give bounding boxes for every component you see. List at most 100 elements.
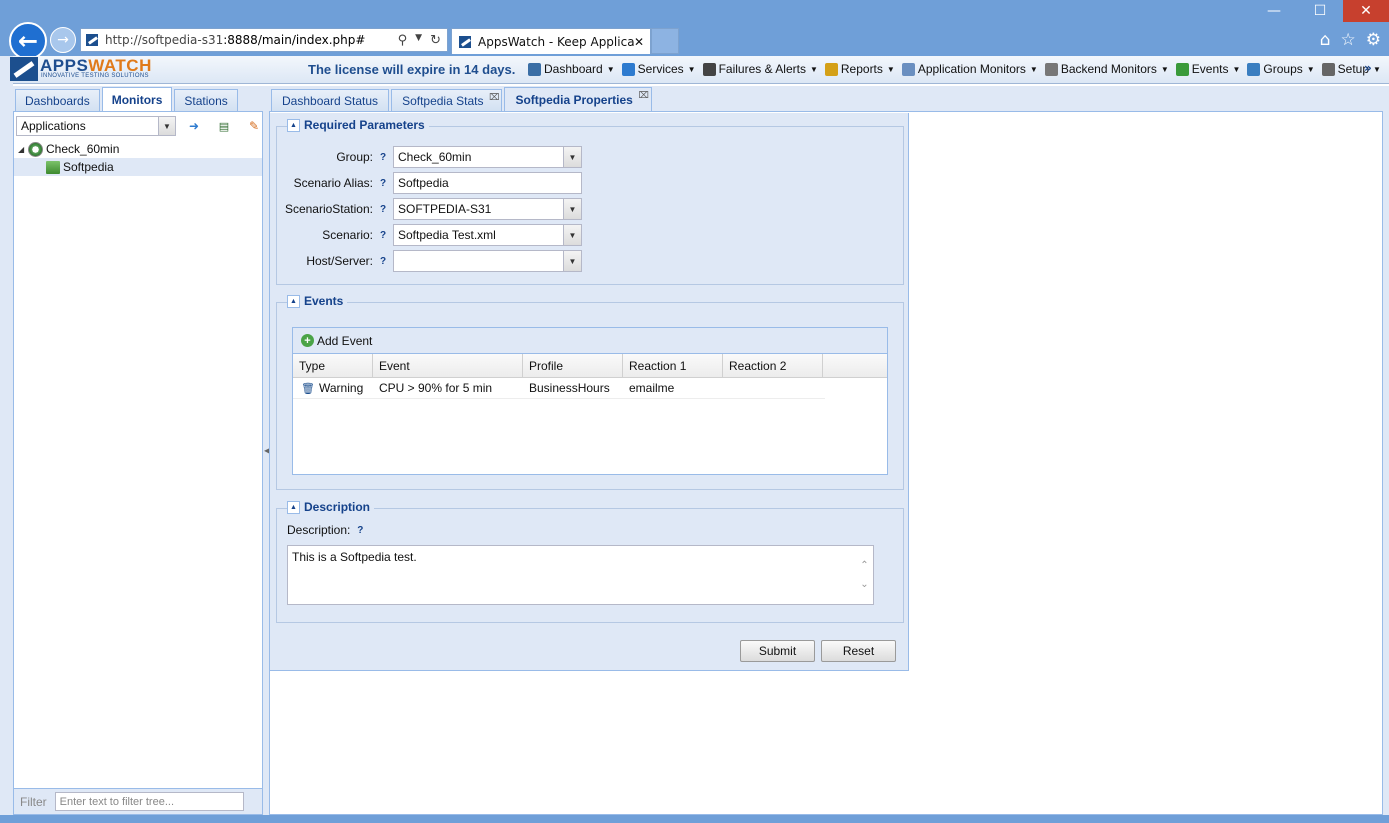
description-textarea[interactable]: This is a Softpedia test. ⌃ ⌄ (287, 545, 874, 605)
menu-caret-icon: ▼ (1306, 64, 1315, 74)
chevron-down-icon[interactable]: ▼ (563, 147, 581, 167)
field-value: Softpedia (398, 176, 449, 190)
menu-reports[interactable]: Reports ▼ (824, 62, 895, 76)
chevron-down-icon[interactable]: ▼ (563, 251, 581, 271)
tree-node-label: Softpedia (63, 160, 114, 174)
chevron-down-icon[interactable]: ▼ (563, 225, 581, 245)
browser-tools: ⌂ ☆ ⚙ (1320, 30, 1381, 50)
menu-failures-alerts[interactable]: Failures & Alerts ▼ (702, 62, 818, 76)
scroll-down-icon[interactable]: ⌄ (860, 579, 868, 590)
settings-gear-icon[interactable]: ⚙ (1366, 30, 1381, 50)
home-icon[interactable]: ⌂ (1320, 30, 1331, 50)
field-label: Scenario: (322, 228, 373, 242)
table-row[interactable]: 🗑 Warning CPU > 90% for 5 min BusinessHo… (293, 378, 825, 399)
monitor-type-select[interactable]: Applications ▼ (16, 116, 176, 136)
menu-dashboard[interactable]: Dashboard ▼ (528, 62, 615, 76)
favorites-star-icon[interactable]: ☆ (1341, 30, 1356, 50)
left-panel-tabs: Dashboards Monitors Stations (13, 86, 263, 112)
description-legend[interactable]: ▲ Description (287, 500, 375, 514)
tree-node-monitor[interactable]: Softpedia (14, 158, 262, 176)
textarea-scrollbar[interactable]: ⌃ ⌄ (856, 546, 873, 604)
address-bar[interactable]: http://softpedia-s31:8888/main/index.php… (80, 28, 448, 52)
collapse-toggle-icon[interactable]: ▲ (287, 118, 300, 132)
submit-button[interactable]: Submit (740, 640, 815, 662)
collapse-triangle-icon[interactable]: ◢ (18, 145, 28, 154)
menu-groups[interactable]: Groups ▼ (1247, 62, 1315, 76)
help-icon[interactable]: ? (373, 152, 393, 163)
column-header-profile[interactable]: Profile (523, 354, 623, 377)
scenario-select[interactable]: Softpedia Test.xml ▼ (393, 224, 582, 246)
profile-cell: BusinessHours (529, 381, 610, 395)
tab-stations[interactable]: Stations (174, 89, 238, 111)
column-header-reaction-1[interactable]: Reaction 1 (623, 354, 723, 377)
host-server-select[interactable]: ▼ (393, 250, 582, 272)
logo-mark-icon (10, 57, 38, 81)
group-select[interactable]: Check_60min ▼ (393, 146, 582, 168)
collapse-toggle-icon[interactable]: ▲ (287, 500, 300, 514)
app-monitors-icon (901, 62, 915, 76)
scenario-alias-input[interactable]: Softpedia (393, 172, 582, 194)
column-header-type[interactable]: Type (293, 354, 373, 377)
close-window-button[interactable]: ✕ (1343, 0, 1389, 22)
events-legend[interactable]: ▲ Events (287, 294, 348, 308)
minimize-button[interactable]: — (1251, 0, 1297, 22)
add-event-button[interactable]: Add Event (317, 334, 372, 348)
search-icon[interactable]: ⚲ (398, 33, 408, 48)
chevron-down-icon[interactable]: ▼ (563, 199, 581, 219)
add-icon[interactable]: + (301, 334, 314, 347)
menu-label: Backend Monitors (1060, 62, 1157, 76)
menu-setup[interactable]: Setup ▼ (1321, 62, 1381, 76)
more-menu-icon[interactable]: » (1364, 61, 1372, 75)
chevron-down-icon[interactable]: ▼ (158, 117, 175, 135)
help-icon[interactable]: ? (350, 525, 370, 536)
tab-softpedia-properties[interactable]: Softpedia Properties ⌧ (504, 87, 652, 111)
collapse-toggle-icon[interactable]: ▲ (287, 294, 300, 308)
help-icon[interactable]: ? (373, 256, 393, 267)
close-tab-icon[interactable]: ⌧ (638, 90, 648, 101)
dropdown-arrow-icon[interactable]: ▼ (415, 33, 422, 48)
monitor-type-value: Applications (21, 119, 86, 133)
help-icon[interactable]: ? (373, 178, 393, 189)
reaction-2-cell (723, 378, 823, 398)
close-tab-icon[interactable]: ⌧ (489, 92, 499, 103)
menu-caret-icon: ▼ (809, 64, 818, 74)
tab-dashboard-status[interactable]: Dashboard Status (271, 89, 390, 111)
menu-application-monitors[interactable]: Application Monitors ▼ (901, 62, 1038, 76)
required-parameters-legend[interactable]: ▲ Required Parameters (287, 118, 429, 132)
events-grid: + Add Event Type Event Profile Reaction … (292, 327, 888, 475)
reset-button[interactable]: Reset (821, 640, 896, 662)
tab-dashboards[interactable]: Dashboards (15, 89, 100, 111)
back-button[interactable]: ← (9, 22, 47, 60)
menu-services[interactable]: Services ▼ (621, 62, 696, 76)
menu-caret-icon: ▼ (1160, 64, 1169, 74)
cell-text: Warning (319, 381, 364, 395)
edit-pencil-icon[interactable]: ✎ (246, 118, 262, 134)
maximize-button[interactable]: ☐ (1297, 0, 1343, 22)
forward-arrow-icon: → (57, 32, 69, 48)
refresh-icon[interactable]: ↻ (430, 33, 441, 48)
scenario-station-select[interactable]: SOFTPEDIA-S31 ▼ (393, 198, 582, 220)
scroll-up-icon[interactable]: ⌃ (860, 560, 868, 571)
import-icon[interactable]: ➜ (186, 118, 202, 134)
tab-softpedia-stats[interactable]: Softpedia Stats ⌧ (391, 89, 503, 111)
tree-node-group[interactable]: ◢ Check_60min (14, 140, 262, 158)
scenario-station-row: ScenarioStation: ? SOFTPEDIA-S31 ▼ (277, 198, 582, 220)
delete-trash-icon[interactable]: 🗑 (301, 382, 315, 395)
menu-backend-monitors[interactable]: Backend Monitors ▼ (1044, 62, 1169, 76)
close-tab-icon[interactable]: ✕ (634, 35, 650, 49)
new-tab-button[interactable] (651, 28, 679, 54)
help-icon[interactable]: ? (373, 204, 393, 215)
help-icon[interactable]: ? (373, 230, 393, 241)
filter-tree-input[interactable]: Enter text to filter tree... (54, 792, 244, 811)
chart-icon[interactable]: ▤ (216, 118, 232, 134)
menu-events[interactable]: Events ▼ (1175, 62, 1240, 76)
backend-monitors-icon (1044, 62, 1058, 76)
forward-button[interactable]: → (50, 27, 76, 53)
column-header-event[interactable]: Event (373, 354, 523, 377)
reports-icon (824, 62, 838, 76)
browser-tab[interactable]: AppsWatch - Keep Applicat... ✕ (451, 28, 651, 54)
tree-filter-bar: Filter Enter text to filter tree... (14, 788, 262, 814)
tab-monitors[interactable]: Monitors (101, 87, 173, 111)
field-label: Group: (336, 150, 373, 164)
column-header-reaction-2[interactable]: Reaction 2 (723, 354, 823, 377)
